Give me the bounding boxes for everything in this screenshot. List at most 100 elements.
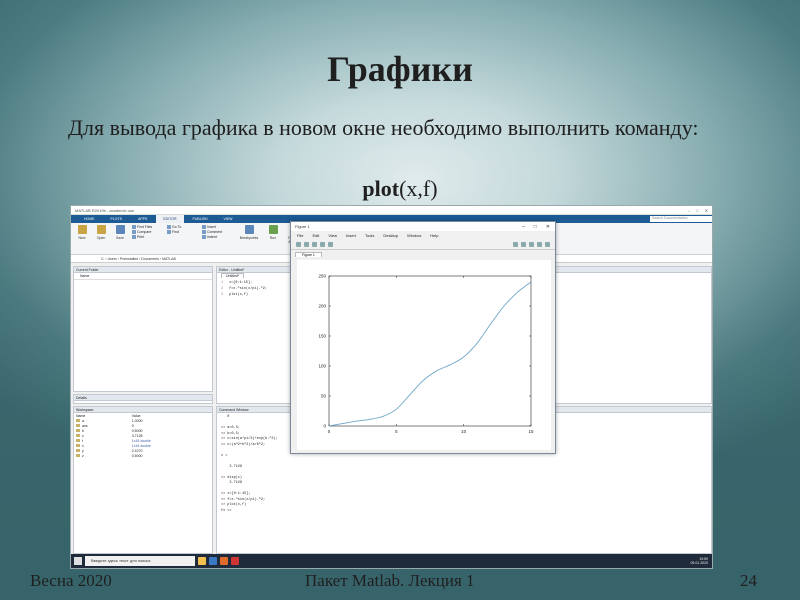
browser-icon[interactable] [209,557,217,565]
figure-toolbar [291,240,555,250]
name-column-header[interactable]: Name [74,273,212,280]
run-button[interactable]: Run [266,225,280,252]
workspace-panel: Workspace Name Value a 1.0000 ans 0 b 0.5000 c… [73,406,213,554]
line-number: 1 [221,281,224,285]
tab-editor[interactable]: EDITOR [156,215,184,223]
breakpoint-icon [244,225,254,234]
y-tick-label: 0 [323,424,326,429]
indent-button[interactable]: Indent [202,235,232,239]
minimize-icon[interactable]: – [688,208,690,213]
figure-close-icon[interactable]: ✕ [546,224,550,230]
new-button[interactable]: New [75,225,89,252]
variable-icon [76,439,80,443]
menu-help[interactable]: Help [430,233,438,238]
folder-icon [96,225,106,234]
matlab-titlebar: MATLAB R2019b - academic use – □ ✕ [71,206,712,215]
app-taskbar-icon[interactable] [231,557,239,565]
slide-title: Графики [327,49,473,89]
details-title: Details [74,395,212,401]
figure-menubar: File Edit View Insert Tools Desktop Window Help [291,231,555,240]
x-tick-label: 15 [528,429,534,434]
print-button[interactable]: Print [132,235,162,239]
command-args: (x,f) [399,176,438,201]
menu-edit[interactable]: Edit [312,233,319,238]
windows-start-icon[interactable] [74,557,82,565]
new-figure-icon[interactable] [296,242,301,247]
variable-name: z [82,453,84,458]
workspace-row[interactable]: z 0.5000 [74,453,212,458]
plot-tools-icon[interactable] [529,242,534,247]
figure-tab[interactable]: Figure 1 [295,252,322,257]
find-files-button[interactable]: Find Files [132,225,162,229]
figure-titlebar: Figure 1 – □ ✕ [291,222,555,231]
editor-tab[interactable]: Untitled* [221,273,245,278]
menu-file[interactable]: File [297,233,303,238]
compare-button[interactable]: Compare [132,230,162,234]
find-button[interactable]: Find [167,230,197,234]
taskbar: Введите здесь текст для поиска 19:59 09.0… [71,554,712,568]
legend-icon[interactable] [521,242,526,247]
save-button[interactable]: Save [113,225,127,252]
go-to-button[interactable]: Go To [167,225,197,229]
insert-button[interactable]: Insert [202,225,232,229]
close-icon[interactable]: ✕ [705,208,708,213]
variable-name: c [82,433,84,438]
figure-canvas: 0 50 100 150 200 250 0 5 10 15 [297,260,551,450]
page-number: 24 [740,571,757,590]
menu-insert[interactable]: Insert [346,233,356,238]
save-figure-icon[interactable] [312,242,317,247]
run-icon [268,225,278,234]
maximize-icon[interactable]: □ [696,208,698,213]
open-icon[interactable] [304,242,309,247]
tab-publish[interactable]: PUBLISH [186,215,215,223]
line-plot: 0 50 100 150 200 250 0 5 10 15 [318,274,534,435]
search-documentation-input[interactable]: Search Documentation [650,216,712,222]
line-number: 3 [221,293,224,297]
tab-plots[interactable]: PLOTS [104,215,129,223]
tab-home[interactable]: HOME [77,215,102,223]
taskbar-search-input[interactable]: Введите здесь текст для поиска [85,556,195,566]
figure-minimize-icon[interactable]: – [522,224,525,230]
new-file-icon [77,225,87,234]
open-button[interactable]: Open [94,225,108,252]
variable-icon [76,424,80,428]
colorbar-icon[interactable] [513,242,518,247]
y-tick-label: 200 [318,304,326,309]
menu-desktop[interactable]: Desktop [383,233,398,238]
pointer-icon[interactable] [328,242,333,247]
plot-axes-box [328,275,532,427]
matlab-taskbar-icon[interactable] [220,557,228,565]
dock-icon[interactable] [537,242,542,247]
y-tick-label: 100 [318,364,326,369]
x-tick-label: 10 [461,429,467,434]
tab-view[interactable]: VIEW [216,215,239,223]
file-explorer-icon[interactable] [198,557,206,565]
footer-center: Пакет Matlab. Лекция 1 [305,571,475,590]
variable-icon [76,449,80,453]
workspace-table: Name Value a 1.0000 ans 0 b 0.5000 c 3.7128 f 1x1… [74,413,212,458]
save-icon [115,225,125,234]
command-function: plot [362,176,400,201]
comment-button[interactable]: Comment [202,230,232,234]
tab-apps[interactable]: APPS [131,215,154,223]
variable-name: f [82,438,83,443]
menu-tools[interactable]: Tools [365,233,374,238]
line-number: 2 [221,287,224,291]
print-figure-icon[interactable] [320,242,325,247]
x-tick-label: 0 [328,429,331,434]
property-icon[interactable] [545,242,550,247]
figure-title: Figure 1 [295,224,310,229]
y-tick-label: 150 [318,334,326,339]
slide-text: Для вывода графика в новом окне необходи… [68,115,699,140]
menu-view[interactable]: View [328,233,337,238]
variable-name: ans [82,423,88,428]
variable-icon [76,434,80,438]
figure-maximize-icon[interactable]: □ [534,224,537,230]
breakpoints-button[interactable]: Breakpoints [237,225,261,252]
variable-name: x [82,443,84,448]
variable-name: a [82,418,84,423]
footer-left: Весна 2020 [30,571,112,590]
figure-window: Figure 1 – □ ✕ File Edit View Insert Tools Desk… [290,221,556,454]
navigate-group: Go To Find [167,225,197,252]
menu-window[interactable]: Window [407,233,421,238]
